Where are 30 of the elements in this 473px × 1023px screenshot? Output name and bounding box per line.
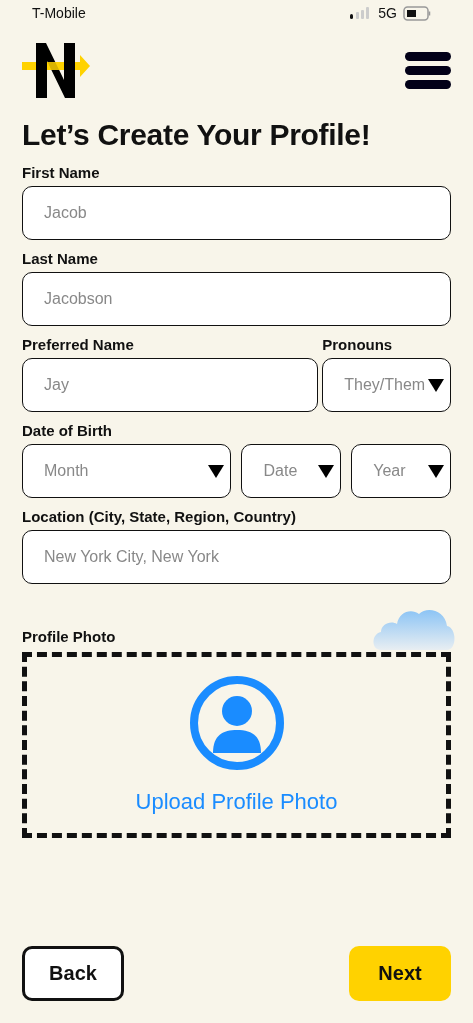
caret-icon <box>318 464 335 478</box>
caret-icon <box>428 464 444 478</box>
text-field[interactable]: Jay <box>22 358 319 412</box>
network-type: 5G <box>378 5 397 21</box>
dropdown[interactable]: Year <box>351 444 451 498</box>
upload-photo-link[interactable]: Upload Profile Photo <box>135 789 338 815</box>
text-field[interactable]: Jacobson <box>22 272 451 326</box>
field-label: Date of Birth <box>22 422 113 440</box>
field-label: Preferred Name <box>22 336 135 354</box>
field-label: Location (City, State, Region, Country) <box>22 508 297 526</box>
profile-avatar-icon <box>188 675 285 771</box>
dropdown[interactable]: They/Them <box>322 358 451 412</box>
dropdown[interactable]: Date <box>241 444 342 498</box>
field-label: First Name <box>22 164 101 182</box>
menu-icon[interactable] <box>405 51 451 89</box>
upload-area[interactable]: Upload Profile Photo <box>22 652 451 838</box>
dropdown[interactable]: Month <box>22 444 232 498</box>
field-label: Pronouns <box>322 336 394 354</box>
logo-icon <box>22 42 92 98</box>
next-button[interactable]: Next <box>349 946 451 1001</box>
carrier-name: T-Mobile <box>32 5 86 21</box>
text-field[interactable]: Jacob <box>22 186 451 240</box>
text-field[interactable]: New York City, New York <box>22 530 451 584</box>
field-label: Last Name <box>22 250 99 268</box>
back-button[interactable]: Back <box>22 946 124 1001</box>
battery-icon <box>403 5 431 21</box>
page-title: Let’s Create Your Profile! <box>22 118 372 152</box>
field-label: Profile Photo <box>22 628 116 646</box>
caret-icon <box>208 464 225 478</box>
caret-icon <box>428 378 444 392</box>
